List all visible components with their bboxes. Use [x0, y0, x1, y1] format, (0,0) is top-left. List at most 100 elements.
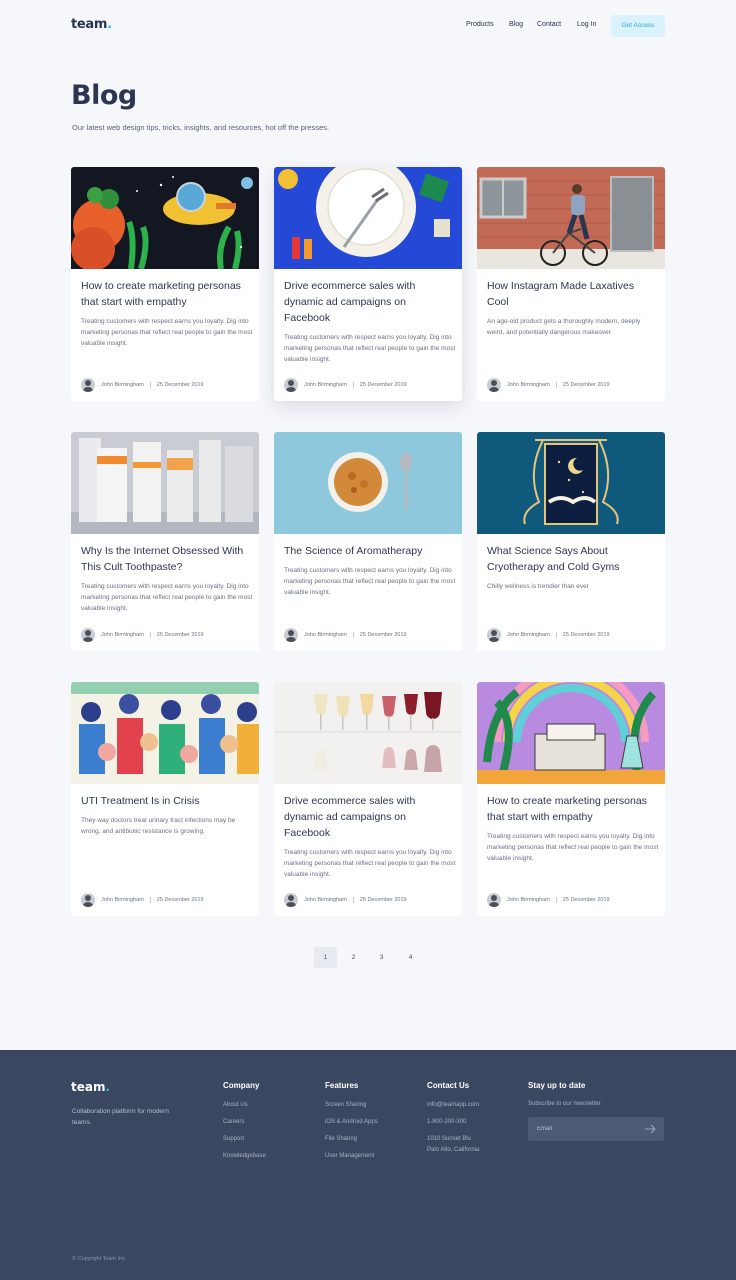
avatar [487, 378, 501, 392]
email-field[interactable] [528, 1117, 640, 1141]
post-excerpt: Treating customers with respect earns yo… [487, 833, 659, 862]
post-author[interactable]: John Birmingham [304, 382, 347, 388]
post-excerpt: Treating customers with respect earns yo… [284, 567, 456, 596]
footer-link-about[interactable]: About Us [223, 1102, 248, 1108]
post-date: 25 December 2019 [562, 897, 610, 903]
nav-products[interactable]: Products [466, 21, 494, 28]
footer-link-careers[interactable]: Careers [223, 1119, 244, 1125]
arrow-right-icon[interactable] [644, 1123, 656, 1135]
post-meta: John Birmingham 25 December 2019 [487, 893, 610, 907]
divider [149, 897, 151, 903]
wine-glasses-image [274, 682, 462, 784]
newsletter-title: Stay up to date [528, 1081, 586, 1090]
post-title[interactable]: How to create marketing personas that st… [487, 793, 657, 825]
post-author[interactable]: John Birmingham [101, 632, 144, 638]
get-access-button[interactable]: Get Access [611, 15, 665, 37]
post-meta: John Birmingham 25 December 2019 [487, 378, 610, 392]
site-header: team. Products Blog Contact Log In Get A… [0, 0, 736, 52]
post-author[interactable]: John Birmingham [304, 632, 347, 638]
footer-link-screen-sharing[interactable]: Screen Sharing [325, 1102, 366, 1108]
divider [352, 632, 354, 638]
post-card[interactable]: How Instagram Made Laxatives Cool An age… [477, 167, 665, 401]
page-title: Blog [71, 80, 137, 111]
footer-link-user-management[interactable]: User Management [325, 1153, 374, 1159]
post-card[interactable]: UTI Treatment Is in Crisis They way doct… [71, 682, 259, 916]
page-button-1[interactable]: 1 [314, 947, 337, 968]
avatar [81, 628, 95, 642]
page-button-3[interactable]: 3 [370, 947, 393, 968]
cereal-bowl-image [274, 432, 462, 534]
post-author[interactable]: John Birmingham [101, 382, 144, 388]
page-button-2[interactable]: 2 [342, 947, 365, 968]
divider [352, 897, 354, 903]
post-title[interactable]: Drive ecommerce sales with dynamic ad ca… [284, 793, 454, 841]
footer-features-title: Features [325, 1081, 359, 1090]
newsletter-form [528, 1117, 664, 1141]
post-meta: John Birmingham 25 December 2019 [81, 628, 204, 642]
footer-contact-email[interactable]: info@teamapp.com [427, 1102, 479, 1108]
post-meta: John Birmingham 25 December 2019 [81, 893, 204, 907]
footer-address-line-2: Palo Alto, California [427, 1147, 480, 1153]
post-date: 25 December 2019 [562, 632, 610, 638]
post-card[interactable]: How to create marketing personas that st… [71, 167, 259, 401]
crowd-illustration-image [71, 682, 259, 784]
post-author[interactable]: John Birmingham [507, 897, 550, 903]
post-excerpt: Treating customers with respect earns yo… [284, 849, 456, 878]
page-button-4[interactable]: 4 [399, 947, 422, 968]
avatar [487, 628, 501, 642]
nav-login[interactable]: Log In [577, 21, 596, 28]
copyright: © Copyright Team Inc. [72, 1256, 127, 1262]
newsletter-subtitle: Subscribe to our newsletter [528, 1101, 601, 1107]
night-window-image [477, 432, 665, 534]
post-title[interactable]: UTI Treatment Is in Crisis [81, 793, 251, 809]
post-card[interactable]: Drive ecommerce sales with dynamic ad ca… [274, 167, 462, 401]
nav-blog[interactable]: Blog [509, 21, 523, 28]
divider [555, 382, 557, 388]
post-title[interactable]: How Instagram Made Laxatives Cool [487, 278, 657, 310]
divider [555, 897, 557, 903]
post-title[interactable]: How to create marketing personas that st… [81, 278, 251, 310]
footer-logo-dot: . [105, 1080, 111, 1094]
avatar [284, 628, 298, 642]
post-date: 25 December 2019 [562, 382, 610, 388]
logo-text: team [71, 17, 108, 32]
post-author[interactable]: John Birmingham [304, 897, 347, 903]
post-card[interactable]: Drive ecommerce sales with dynamic ad ca… [274, 682, 462, 916]
post-date: 25 December 2019 [156, 382, 204, 388]
post-card[interactable]: How to create marketing personas that st… [477, 682, 665, 916]
underwater-scene-image [71, 167, 259, 269]
post-title[interactable]: Drive ecommerce sales with dynamic ad ca… [284, 278, 454, 326]
avatar [81, 893, 95, 907]
post-date: 25 December 2019 [156, 897, 204, 903]
footer-link-mobile-apps[interactable]: iOS & Android Apps [325, 1119, 378, 1125]
nav-contact[interactable]: Contact [537, 21, 561, 28]
avatar [81, 378, 95, 392]
avatar [284, 378, 298, 392]
logo[interactable]: team. [71, 17, 112, 32]
post-meta: John Birmingham 25 December 2019 [81, 378, 204, 392]
post-title[interactable]: Why Is the Internet Obsessed With This C… [81, 543, 251, 575]
post-meta: John Birmingham 25 December 2019 [284, 893, 407, 907]
post-excerpt: They way doctors treat urinary tract inf… [81, 817, 236, 835]
post-meta: John Birmingham 25 December 2019 [284, 628, 407, 642]
post-date: 25 December 2019 [156, 632, 204, 638]
post-title[interactable]: What Science Says About Cryotherapy and … [487, 543, 657, 575]
footer-link-file-sharing[interactable]: File Sharing [325, 1136, 357, 1142]
post-author[interactable]: John Birmingham [507, 632, 550, 638]
post-card[interactable]: The Science of Aromatherapy Treating cus… [274, 432, 462, 651]
post-author[interactable]: John Birmingham [101, 897, 144, 903]
post-card[interactable]: What Science Says About Cryotherapy and … [477, 432, 665, 651]
post-author[interactable]: John Birmingham [507, 382, 550, 388]
footer-contact-phone[interactable]: 1-800-200-300 [427, 1119, 466, 1125]
page-subtitle: Our latest web design tips, tricks, insi… [72, 123, 330, 132]
footer-logo[interactable]: team. [71, 1080, 110, 1094]
post-card[interactable]: Why Is the Internet Obsessed With This C… [71, 432, 259, 651]
footer-link-support[interactable]: Support [223, 1136, 244, 1142]
post-title[interactable]: The Science of Aromatherapy [284, 543, 454, 559]
divider [149, 632, 151, 638]
post-date: 25 December 2019 [359, 632, 407, 638]
divider [149, 382, 151, 388]
footer-contact-title: Contact Us [427, 1081, 470, 1090]
footer-link-knowledgebase[interactable]: Knowledgebase [223, 1153, 266, 1159]
post-excerpt: Chilly wellness is trendier than ever [487, 583, 589, 590]
